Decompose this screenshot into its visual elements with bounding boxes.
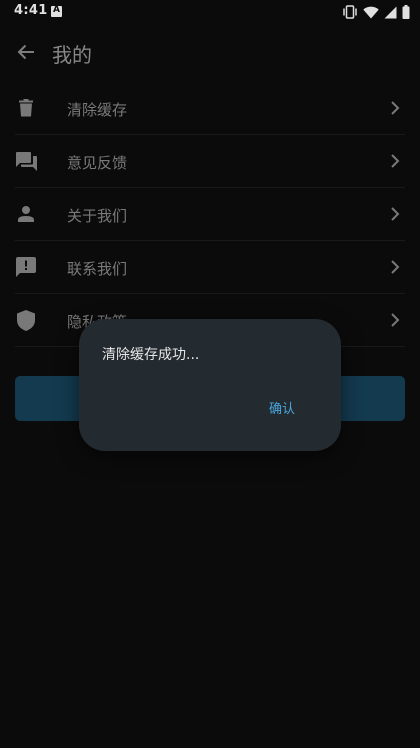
confirm-button[interactable]: 确认 bbox=[269, 398, 295, 417]
screen: 4:41 我的 bbox=[0, 0, 420, 748]
alert-dialog: 清除缓存成功... 确认 bbox=[79, 319, 341, 451]
dialog-message: 清除缓存成功... bbox=[102, 347, 200, 363]
